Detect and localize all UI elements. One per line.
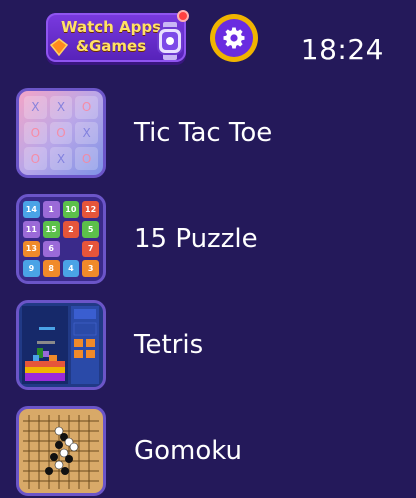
puzzle-tile: 2	[62, 220, 80, 238]
watch-apps-games-logo[interactable]: Watch Apps &Games	[46, 10, 189, 62]
ttt-cell: X	[49, 147, 73, 170]
puzzle-tile: 15	[42, 220, 60, 238]
puzzle-grid: 14 1 10 12 11 15 2 5 13 6 7 9 8 4 3	[23, 201, 99, 277]
ttt-cell: X	[24, 96, 47, 119]
puzzle-tile: 7	[82, 240, 99, 258]
ttt-cell: O	[75, 96, 98, 119]
puzzle-tile: 5	[82, 220, 99, 238]
ttt-cell: O	[49, 121, 73, 145]
puzzle-tile: 1	[42, 201, 60, 218]
game-item-tic-tac-toe[interactable]: X X O O O X O X O Tic Tac Toe	[0, 88, 416, 180]
puzzle-empty-slot	[63, 241, 80, 258]
settings-button[interactable]	[210, 14, 258, 62]
puzzle-tile: 4	[62, 260, 80, 277]
watch-icon	[157, 22, 183, 60]
tic-tac-toe-grid: X X O O O X O X O	[24, 96, 98, 170]
game-label: Tetris	[134, 330, 204, 360]
logo-line-2: &Games	[75, 37, 147, 55]
puzzle-tile: 12	[82, 201, 99, 218]
logo-text: Watch Apps &Games	[56, 18, 166, 56]
game-label: Gomoku	[134, 436, 243, 466]
puzzle-tile: 11	[23, 220, 40, 238]
game-item-gomoku[interactable]: Gomoku	[0, 406, 416, 498]
game-item-tetris[interactable]: Tetris	[0, 300, 416, 392]
gear-icon	[223, 27, 245, 49]
15-puzzle-thumbnail: 14 1 10 12 11 15 2 5 13 6 7 9 8 4 3	[16, 194, 106, 284]
ttt-cell: X	[49, 96, 73, 119]
puzzle-tile: 14	[23, 201, 40, 218]
header: Watch Apps &Games 18:24	[0, 0, 416, 80]
tetris-thumbnail	[16, 300, 106, 390]
game-label: Tic Tac Toe	[134, 118, 273, 148]
gomoku-board-icon	[23, 415, 99, 489]
ttt-cell: O	[75, 147, 98, 170]
puzzle-tile: 6	[42, 240, 60, 258]
puzzle-tile: 9	[23, 260, 40, 277]
puzzle-tile: 8	[42, 260, 60, 277]
puzzle-tile: 13	[23, 240, 40, 258]
ttt-cell: O	[24, 121, 47, 145]
ttt-cell: X	[75, 121, 98, 145]
clock-time: 18:24	[300, 33, 384, 66]
tic-tac-toe-thumbnail: X X O O O X O X O	[16, 88, 106, 178]
gomoku-thumbnail	[16, 406, 106, 496]
puzzle-tile: 3	[82, 260, 99, 277]
ttt-cell: O	[24, 147, 47, 170]
logo-line-1: Watch Apps	[60, 18, 162, 36]
settings-button-inner	[215, 19, 253, 57]
game-item-15-puzzle[interactable]: 14 1 10 12 11 15 2 5 13 6 7 9 8 4 3 15 P…	[0, 194, 416, 286]
tetris-board-icon	[22, 306, 99, 384]
puzzle-tile: 10	[62, 201, 80, 218]
game-label: 15 Puzzle	[134, 224, 258, 254]
